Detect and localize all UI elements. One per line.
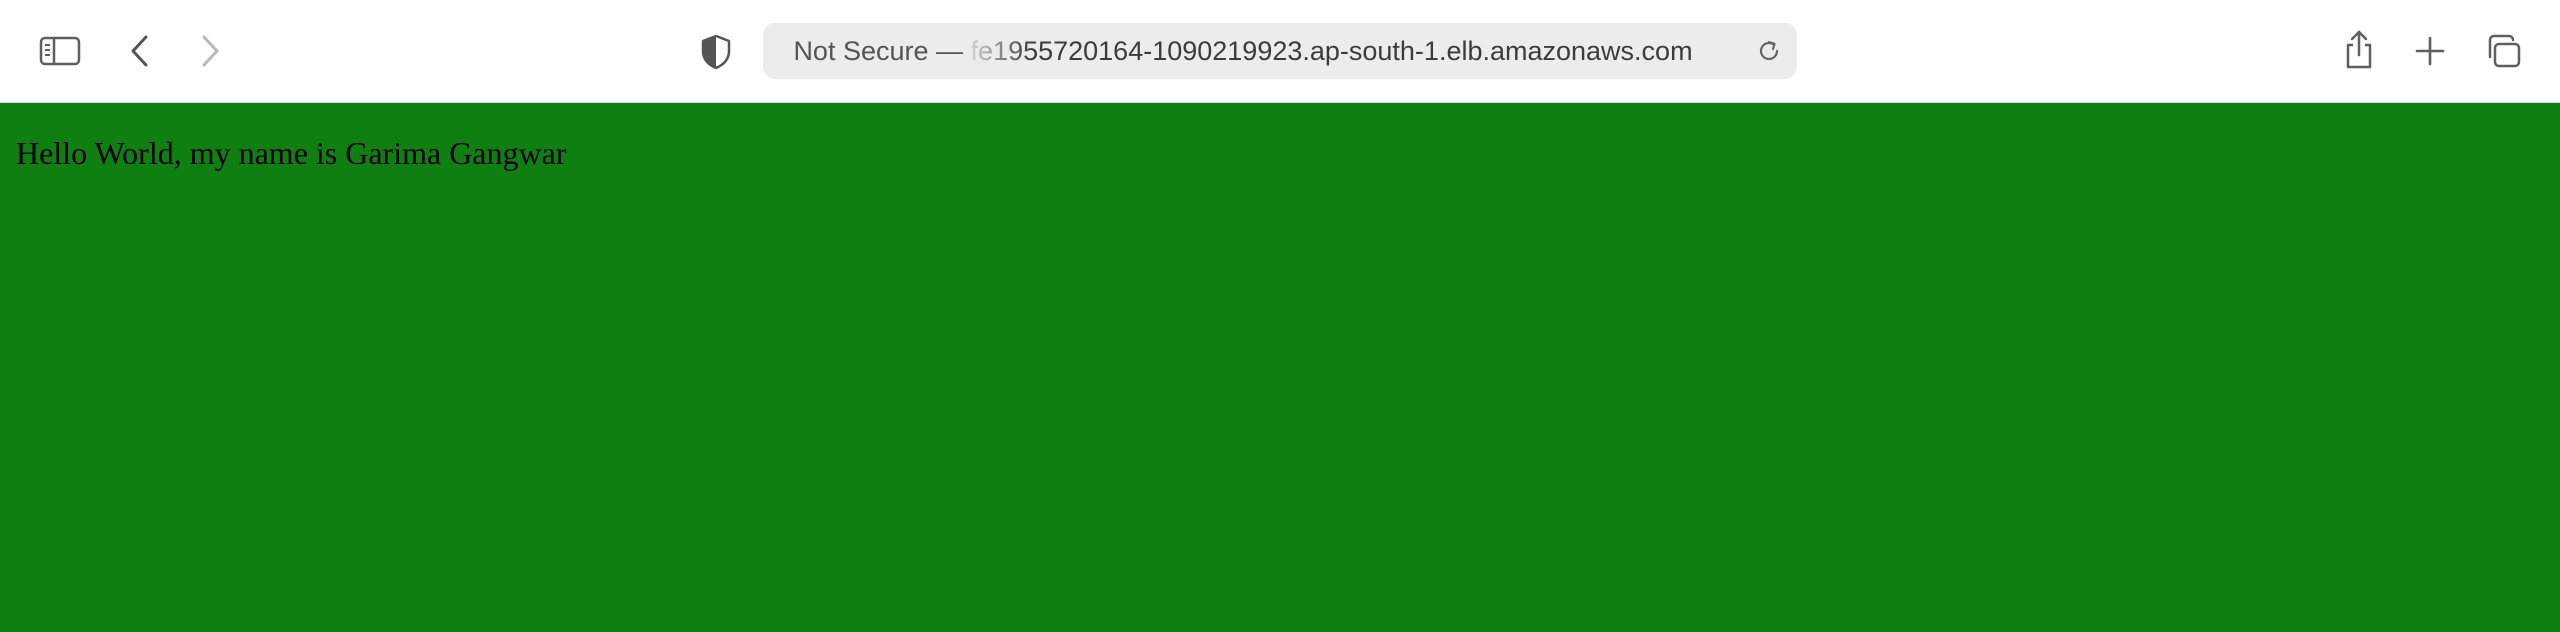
browser-window: Not Secure — fe1955720164-1090219923.ap-… xyxy=(0,0,2560,632)
sidebar-toggle-button[interactable] xyxy=(36,29,84,73)
chevron-left-icon xyxy=(131,35,148,67)
tab-overview-icon xyxy=(2488,34,2521,68)
privacy-report-button[interactable] xyxy=(694,30,738,74)
shield-icon xyxy=(701,34,731,70)
share-button[interactable] xyxy=(2337,26,2381,74)
reload-icon xyxy=(1759,40,1779,61)
browser-toolbar: Not Secure — fe1955720164-1090219923.ap-… xyxy=(0,0,2560,103)
reload-button[interactable] xyxy=(1753,35,1785,67)
share-icon xyxy=(2346,30,2372,69)
page-greeting-text: Hello World, my name is Garima Gangwar xyxy=(16,135,567,171)
security-label: Not Secure — xyxy=(793,36,964,66)
address-text: Not Secure — fe1955720164-1090219923.ap-… xyxy=(763,23,1723,79)
page-viewport: Hello World, my name is Garima Gangwar xyxy=(0,103,2560,632)
sidebar-toggle-icon xyxy=(39,36,81,66)
back-button[interactable] xyxy=(118,29,162,73)
address-bar[interactable]: Not Secure — fe1955720164-1090219923.ap-… xyxy=(763,23,1797,79)
forward-button[interactable] xyxy=(188,29,232,73)
chevron-right-icon xyxy=(202,35,219,67)
url-text: fe1955720164-1090219923.ap-south-1.elb.a… xyxy=(970,36,1693,66)
new-tab-button[interactable] xyxy=(2408,29,2452,73)
plus-icon xyxy=(2415,36,2445,66)
tab-overview-button[interactable] xyxy=(2480,29,2526,73)
